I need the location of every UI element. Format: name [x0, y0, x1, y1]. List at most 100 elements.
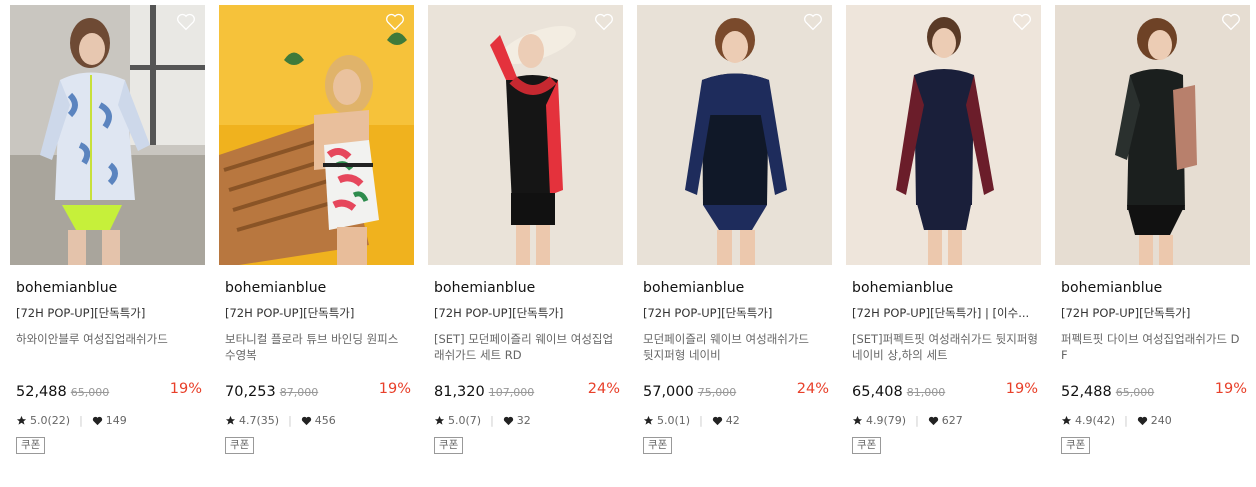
product-image[interactable] [1055, 5, 1250, 265]
discount-rate: 19% [1214, 381, 1247, 397]
coupon-badge: 쿠폰 [643, 437, 673, 454]
rating: 4.9(42) [1075, 414, 1116, 427]
review-meta: 5.0(1) | 42 [643, 414, 740, 427]
product-grid: bohemianblue [72H POP-UP][단독특가] 하와이안블루 여… [0, 0, 1256, 487]
divider: | [288, 414, 292, 427]
heart-filled-icon [1137, 416, 1147, 425]
product-name[interactable]: 하와이안블루 여성집업래쉬가드 [16, 331, 202, 347]
product-name[interactable]: [SET]퍼펙트핏 여성래쉬가드 뒷지퍼형 네이비 상,하의 세트 [852, 331, 1038, 363]
brand-name[interactable]: bohemianblue [852, 280, 953, 296]
discount-rate: 19% [169, 381, 202, 397]
discount-rate: 19% [378, 381, 411, 397]
divider: | [490, 414, 494, 427]
brand-name[interactable]: bohemianblue [16, 280, 117, 296]
rating: 5.0(7) [448, 414, 482, 427]
rating: 5.0(1) [657, 414, 691, 427]
product-card[interactable]: bohemianblue [72H POP-UP][단독특가] 퍼펙트핏 다이브… [1055, 5, 1250, 475]
star-icon [434, 415, 445, 425]
sale-price: 52,488 [16, 384, 67, 400]
divider: | [915, 414, 919, 427]
heart-icon[interactable] [1221, 13, 1241, 31]
promo-tag: [72H POP-UP][단독특가] [16, 306, 146, 320]
product-name[interactable]: 보타니컬 플로라 튜브 바인딩 원피스 수영복 [225, 331, 411, 363]
price-row: 52,488 65,000 19% [1061, 381, 1247, 401]
sale-price: 52,488 [1061, 384, 1112, 400]
star-icon [852, 415, 863, 425]
product-card[interactable]: bohemianblue [72H POP-UP][단독특가] 하와이안블루 여… [10, 5, 205, 475]
star-icon [225, 415, 236, 425]
rating: 5.0(22) [30, 414, 71, 427]
brand-name[interactable]: bohemianblue [1061, 280, 1162, 296]
heart-icon[interactable] [803, 13, 823, 31]
sale-price: 57,000 [643, 384, 694, 400]
divider: | [79, 414, 83, 427]
divider: | [699, 414, 703, 427]
brand-name[interactable]: bohemianblue [643, 280, 744, 296]
heart-icon[interactable] [176, 13, 196, 31]
rating: 4.9(79) [866, 414, 907, 427]
product-image[interactable] [219, 5, 414, 265]
product-photo [10, 5, 205, 265]
sale-price: 65,408 [852, 384, 903, 400]
price-row: 70,253 87,000 19% [225, 381, 411, 401]
product-image[interactable] [10, 5, 205, 265]
product-image[interactable] [846, 5, 1041, 265]
product-card[interactable]: bohemianblue [72H POP-UP][단독특가] [SET] 모던… [428, 5, 623, 475]
like-count: 627 [941, 414, 963, 427]
brand-name[interactable]: bohemianblue [434, 280, 535, 296]
heart-icon[interactable] [594, 13, 614, 31]
product-name[interactable]: 퍼펙트핏 다이브 여성집업래쉬가드 D F [1061, 331, 1247, 363]
heart-icon[interactable] [1012, 13, 1032, 31]
product-card[interactable]: bohemianblue [72H POP-UP][단독특가] 보타니컬 플로라… [219, 5, 414, 475]
discount-rate: 19% [1005, 381, 1038, 397]
product-card[interactable]: bohemianblue [72H POP-UP][단독특가] | [이수...… [846, 5, 1041, 475]
star-icon [16, 415, 27, 425]
like-count: 240 [1150, 414, 1172, 427]
original-price: 81,000 [906, 386, 946, 399]
original-price: 87,000 [279, 386, 319, 399]
like-count: 42 [725, 414, 740, 427]
heart-filled-icon [712, 416, 722, 425]
product-photo [1055, 5, 1250, 265]
coupon-badge: 쿠폰 [16, 437, 46, 454]
price-row: 57,000 75,000 24% [643, 381, 829, 401]
sale-price: 70,253 [225, 384, 276, 400]
product-photo [428, 5, 623, 265]
like-count: 456 [314, 414, 336, 427]
original-price: 65,000 [1115, 386, 1155, 399]
review-meta: 5.0(22) | 149 [16, 414, 127, 427]
brand-name[interactable]: bohemianblue [225, 280, 326, 296]
discount-rate: 24% [587, 381, 620, 397]
sale-price: 81,320 [434, 384, 485, 400]
heart-filled-icon [928, 416, 938, 425]
review-meta: 4.7(35) | 456 [225, 414, 336, 427]
product-name[interactable]: [SET] 모던페이즐리 웨이브 여성집업 래쉬가드 세트 RD [434, 331, 620, 363]
promo-tag: [72H POP-UP][단독특가] [1061, 306, 1191, 320]
promo-tag: [72H POP-UP][단독특가] | [이수... [852, 306, 1030, 320]
promo-tag: [72H POP-UP][단독특가] [434, 306, 564, 320]
heart-icon[interactable] [385, 13, 405, 31]
product-photo [637, 5, 832, 265]
original-price: 107,000 [488, 386, 535, 399]
product-image[interactable] [428, 5, 623, 265]
product-card[interactable]: bohemianblue [72H POP-UP][단독특가] 모던페이즐리 웨… [637, 5, 832, 475]
promo-tag: [72H POP-UP][단독특가] [225, 306, 355, 320]
product-name[interactable]: 모던페이즐리 웨이브 여성래쉬가드 뒷지퍼형 네이비 [643, 331, 829, 363]
divider: | [1124, 414, 1128, 427]
promo-tag: [72H POP-UP][단독특가] [643, 306, 773, 320]
like-count: 149 [105, 414, 127, 427]
product-photo [219, 5, 414, 265]
like-count: 32 [516, 414, 531, 427]
heart-filled-icon [301, 416, 311, 425]
rating: 4.7(35) [239, 414, 280, 427]
original-price: 65,000 [70, 386, 110, 399]
review-meta: 5.0(7) | 32 [434, 414, 531, 427]
price-row: 81,320 107,000 24% [434, 381, 620, 401]
coupon-badge: 쿠폰 [1061, 437, 1091, 454]
product-image[interactable] [637, 5, 832, 265]
original-price: 75,000 [697, 386, 737, 399]
coupon-badge: 쿠폰 [852, 437, 882, 454]
price-row: 65,408 81,000 19% [852, 381, 1038, 401]
coupon-badge: 쿠폰 [434, 437, 464, 454]
heart-filled-icon [92, 416, 102, 425]
